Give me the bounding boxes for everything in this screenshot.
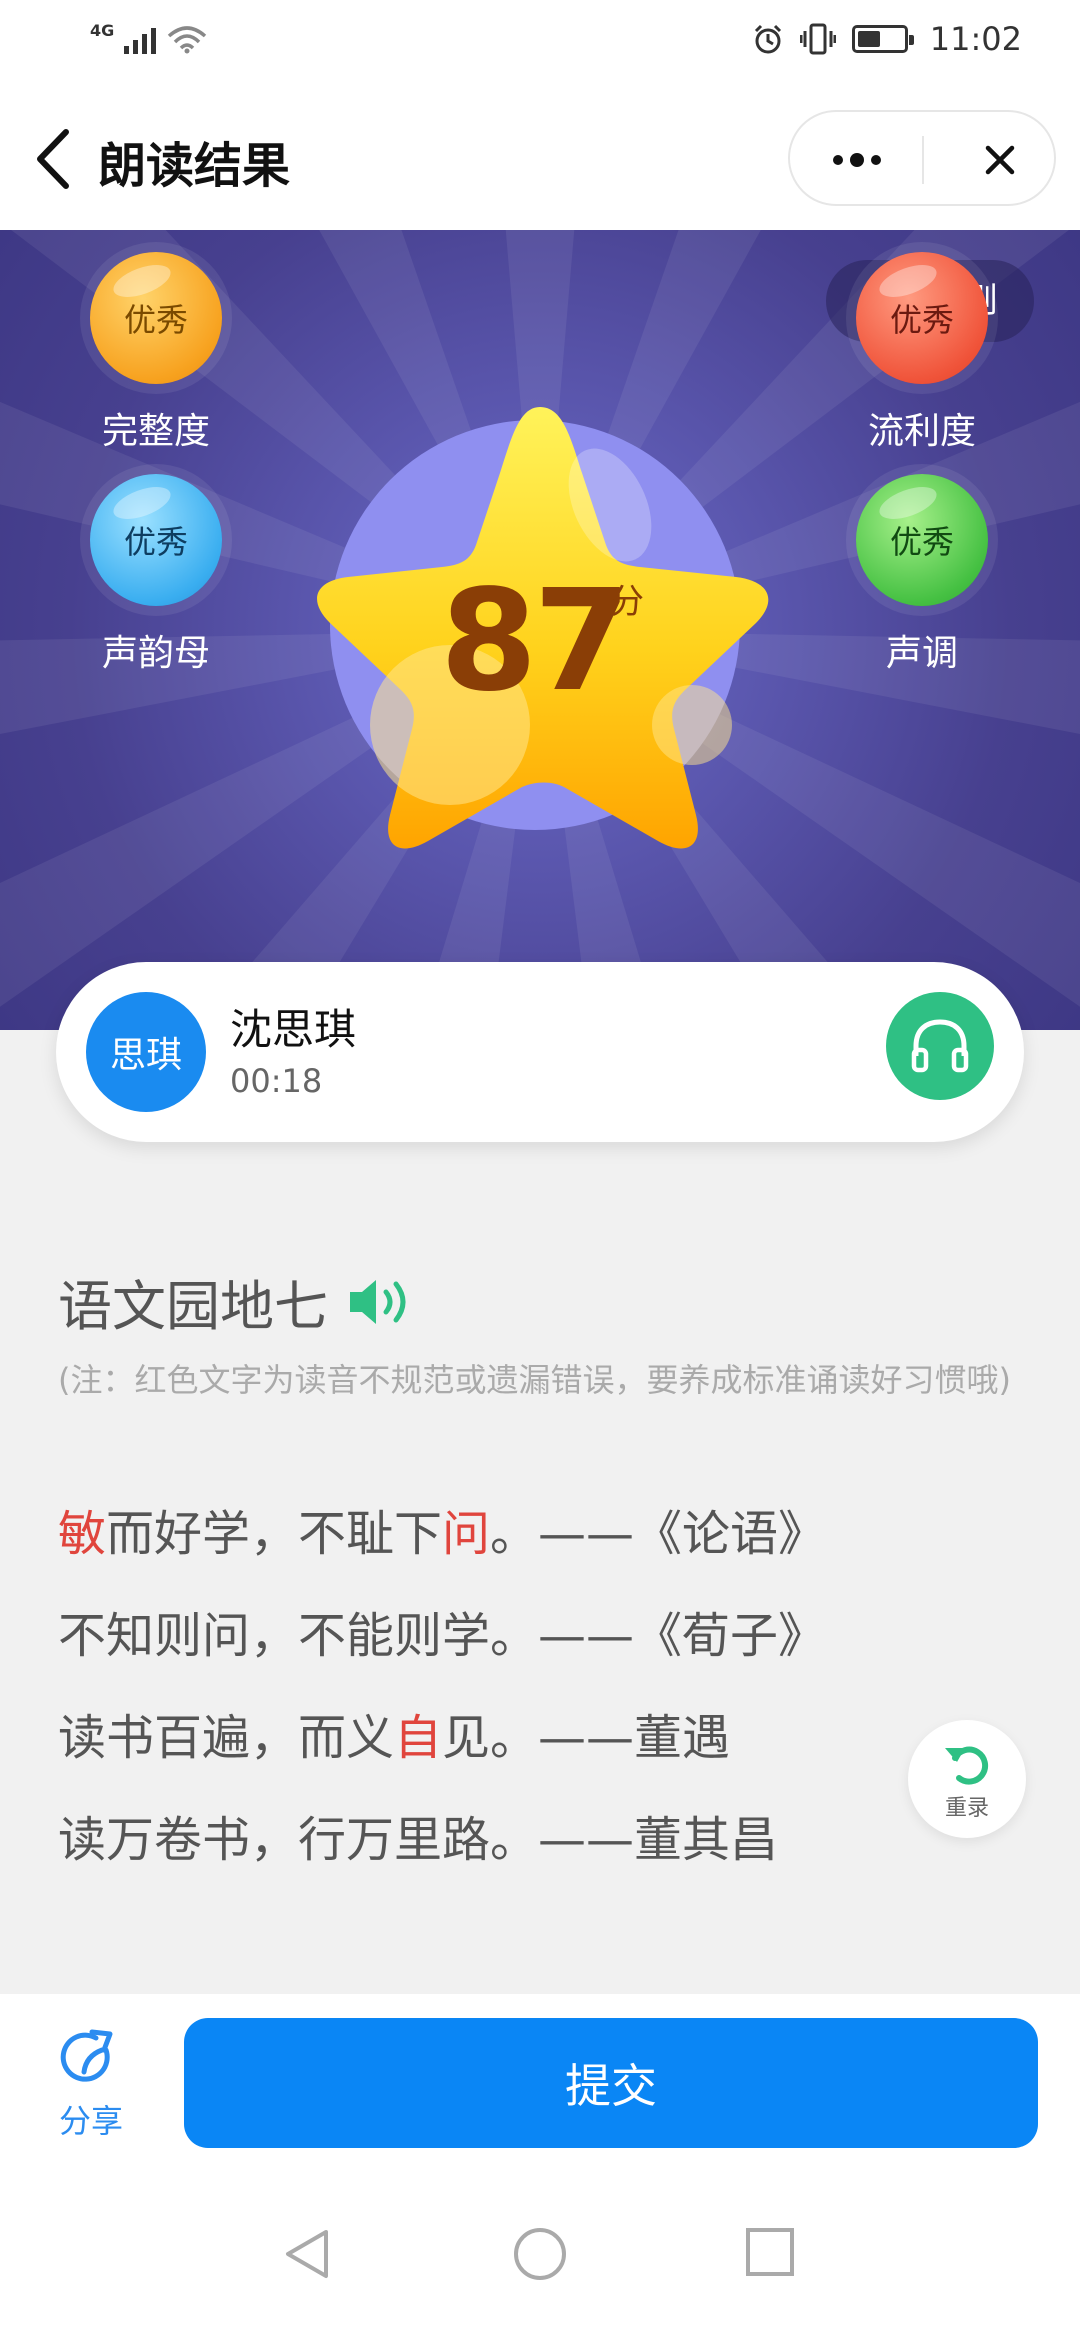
- error-note: (注：红色文字为读音不规范或遗漏错误，要养成标准诵读好习惯哦): [58, 1361, 1011, 1399]
- reading-text: 敏而好学，不耻下问。——《论语》 不知则问，不能则学。——《荀子》 读书百遍，而义自…: [58, 1500, 958, 1908]
- text-segment: 读万卷书，行万里路。——董其昌: [58, 1812, 779, 1868]
- submit-button[interactable]: 提交: [184, 2018, 1038, 2148]
- alarm-icon: [754, 24, 781, 54]
- text-segment: 不知则问，不能则学。——《荀子》: [58, 1608, 827, 1664]
- system-navigation-bar: [0, 2170, 1080, 2340]
- metric-completeness: 优秀 完整度: [56, 252, 256, 454]
- nav-back-icon[interactable]: [282, 2226, 332, 2282]
- metric-label: 声调: [885, 633, 958, 674]
- grade-badge: 优秀: [90, 474, 222, 606]
- score-hero: 评分规则 优秀 完整度 优秀 流利度 优秀 声韵母 优秀 声调 87 分: [0, 230, 1080, 1030]
- score-value: 87: [440, 560, 631, 723]
- score-unit: 分: [610, 582, 644, 622]
- status-right: 11:02: [752, 20, 1022, 58]
- text-line: 读书百遍，而义自见。——董遇: [58, 1704, 958, 1806]
- text-line: 敏而好学，不耻下问。——《论语》: [58, 1500, 958, 1602]
- status-time: 11:02: [929, 20, 1022, 58]
- lesson-title-row: 语文园地七: [58, 1262, 420, 1341]
- grade-badge: 优秀: [90, 252, 222, 384]
- speaker-icon[interactable]: [346, 1272, 420, 1332]
- avatar: 思琪: [86, 992, 206, 1112]
- error-char: 自: [394, 1710, 443, 1766]
- user-card: 思琪 沈思琪 00:18: [56, 962, 1024, 1142]
- rerecord-label: 重录: [944, 1796, 989, 1821]
- error-char: 问: [442, 1506, 491, 1562]
- capsule-divider: [922, 136, 924, 184]
- back-icon[interactable]: [26, 124, 86, 194]
- recording-duration: 00:18: [230, 1062, 323, 1100]
- wifi-icon: [168, 26, 207, 54]
- share-icon: [60, 2029, 113, 2082]
- error-char: 敏: [58, 1506, 107, 1562]
- metric-label: 流利度: [867, 411, 976, 452]
- metric-initials-finals: 优秀 声韵母: [56, 474, 256, 676]
- page-title: 朗读结果: [98, 138, 291, 194]
- network-type: 4G: [90, 21, 115, 40]
- text-line: 不知则问，不能则学。——《荀子》: [58, 1602, 958, 1704]
- metric-fluency: 优秀 流利度: [822, 252, 1022, 454]
- text-segment: 读书百遍，而义: [58, 1710, 395, 1766]
- grade-badge: 优秀: [856, 252, 988, 384]
- signal-icon: [124, 22, 157, 54]
- user-name: 沈思琪: [230, 1005, 357, 1054]
- text-segment: 而好学，不耻下: [106, 1506, 443, 1562]
- nav-home-icon[interactable]: [512, 2226, 568, 2282]
- more-icon[interactable]: [822, 138, 892, 182]
- status-bar: 4G 11:02: [0, 0, 1080, 84]
- share-button[interactable]: 分享: [56, 2028, 126, 2142]
- lesson-title: 语文园地七: [58, 1275, 328, 1338]
- battery-icon: [851, 25, 914, 53]
- play-recording-button[interactable]: [886, 992, 994, 1100]
- bottom-bar: 分享 提交: [0, 1994, 1080, 2170]
- grade-badge: 优秀: [856, 474, 988, 606]
- text-line: 读万卷书，行万里路。——董其昌: [58, 1806, 958, 1908]
- nav-bar: 朗读结果: [0, 84, 1080, 230]
- share-label: 分享: [58, 2102, 123, 2140]
- vibrate-icon: [799, 23, 836, 55]
- metric-label: 完整度: [101, 411, 210, 452]
- status-left: 4G: [90, 21, 208, 54]
- metric-label: 声韵母: [101, 633, 210, 674]
- metric-tone: 优秀 声调: [822, 474, 1022, 676]
- nav-recents-icon[interactable]: [744, 2226, 796, 2278]
- redo-icon: [945, 1746, 989, 1785]
- headphones-icon: [911, 1019, 969, 1073]
- close-icon[interactable]: [976, 136, 1024, 184]
- rerecord-button[interactable]: 重录: [908, 1720, 1026, 1838]
- text-segment: 。——《论语》: [490, 1506, 827, 1562]
- text-segment: 见。——董遇: [442, 1710, 731, 1766]
- mini-program-capsule: [788, 110, 1056, 206]
